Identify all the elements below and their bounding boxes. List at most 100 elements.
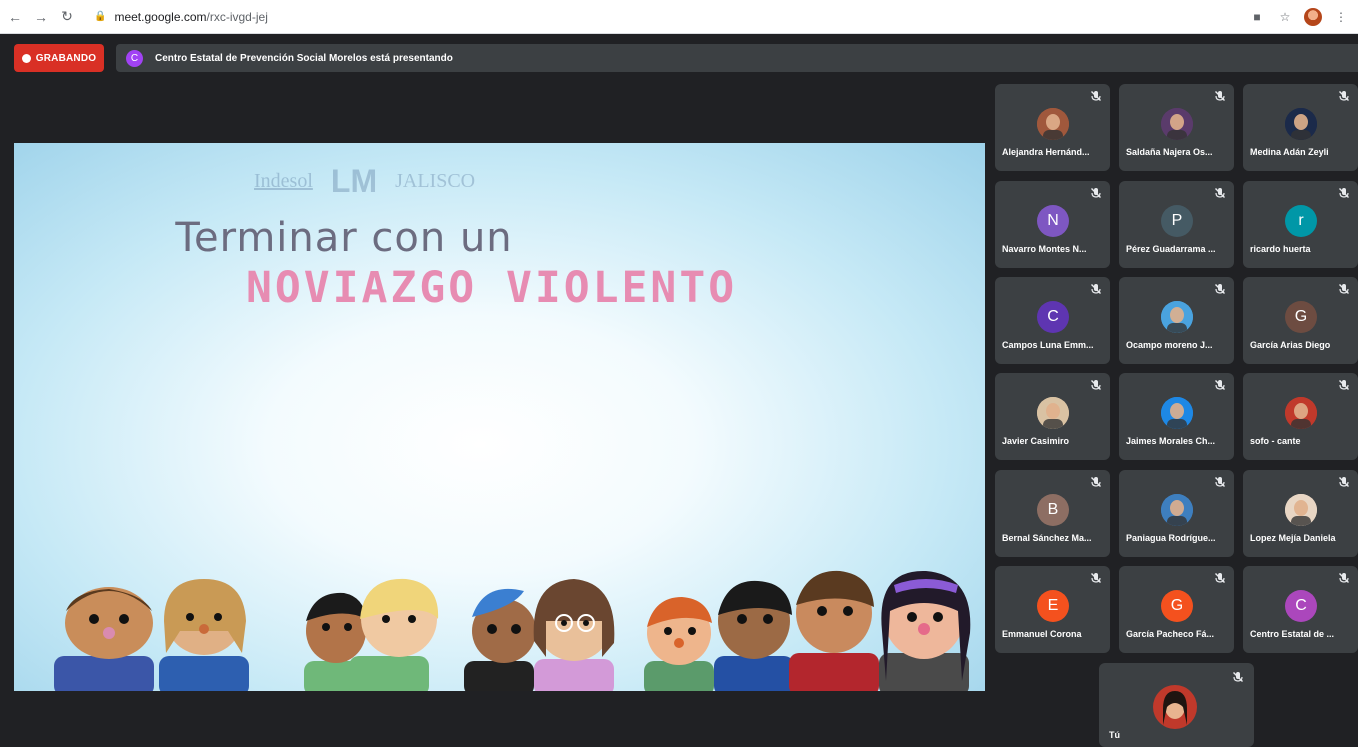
participant-avatar: P [1161,205,1193,237]
presenter-avatar: C [126,49,143,67]
recording-badge: GRABANDO [14,44,104,72]
browser-toolbar: ← → ↻ 🔒 meet.google.com/rxc-ivgd-jej ■ ☆… [0,0,1358,34]
mic-off-icon [1215,477,1225,487]
participant-tile[interactable]: C Centro Estatal de ... [1243,566,1358,653]
participant-tile[interactable]: N Navarro Montes N... [995,181,1110,268]
participant-name: García Arias Diego [1250,340,1331,350]
participant-photo [1161,494,1193,526]
participant-name: Ocampo moreno J... [1126,340,1213,350]
participant-name: Paniagua Rodrígue... [1126,533,1216,543]
participant-name: Javier Casimiro [1002,436,1070,446]
participant-avatar: N [1037,205,1069,237]
participant-avatar: E [1037,590,1069,622]
participant-avatar: G [1161,590,1193,622]
participant-tile[interactable]: P Pérez Guadarrama ... [1119,181,1234,268]
participant-tile[interactable]: Javier Casimiro [995,373,1110,460]
participant-avatar: C [1037,301,1069,333]
mic-off-icon [1339,380,1349,390]
participant-name: García Pacheco Fá... [1126,629,1215,639]
participant-tile[interactable]: Lopez Mejía Daniela [1243,470,1358,557]
reload-icon[interactable]: ↻ [56,6,78,28]
mic-off-icon [1215,380,1225,390]
mic-off-icon [1215,284,1225,294]
participant-photo [1037,397,1069,429]
shared-presentation[interactable]: Indesol LM JALISCO Terminar con un NOVIA… [14,143,985,691]
arrow-left-icon[interactable]: ← [4,6,26,28]
menu-icon[interactable]: ⋮ [1332,10,1350,24]
mic-off-icon [1091,477,1101,487]
cartoon-characters [54,570,971,691]
participant-tile[interactable]: Ocampo moreno J... [1119,277,1234,364]
participant-photo [1161,301,1193,333]
participant-tile[interactable]: r ricardo huerta [1243,181,1358,268]
participant-name: Saldaña Najera Os... [1126,147,1213,157]
participant-tile[interactable]: Alejandra Hernánd... [995,84,1110,171]
participant-name: Pérez Guadarrama ... [1126,244,1216,254]
self-name: Tú [1109,730,1120,740]
participant-avatar: G [1285,301,1317,333]
participant-avatar: C [1285,590,1317,622]
slide-title-line2: NOVIAZGO VIOLENTO [246,263,738,313]
logo-text-1: Indesol [254,169,313,192]
camera-icon[interactable]: ■ [1248,10,1266,24]
participant-photo [1037,108,1069,140]
participant-photo [1285,494,1317,526]
participant-tile[interactable]: E Emmanuel Corona [995,566,1110,653]
profile-icon[interactable] [1304,7,1322,26]
mic-off-icon [1091,380,1101,390]
url-path: /rxc-ivgd-jej [206,9,268,24]
self-tile[interactable]: Tú [1099,663,1254,747]
participant-photo [1285,397,1317,429]
mic-off-icon [1215,188,1225,198]
mic-off-icon [1215,573,1225,583]
participant-name: Jaimes Morales Ch... [1126,436,1216,446]
participant-tile[interactable]: G García Pacheco Fá... [1119,566,1234,653]
participant-tile[interactable]: G García Arias Diego [1243,277,1358,364]
participant-name: Bernal Sánchez Ma... [1002,533,1092,543]
mic-off-icon [1233,672,1243,682]
mic-off-icon [1339,284,1349,294]
mic-off-icon [1339,477,1349,487]
participant-name: Lopez Mejía Daniela [1250,533,1336,543]
record-dot-icon [21,53,31,63]
participant-tile[interactable]: sofo - cante [1243,373,1358,460]
participant-name: Medina Adán Zeyli [1250,147,1329,157]
presenting-text: Centro Estatal de Prevención Social More… [155,52,453,64]
recording-label: GRABANDO [35,52,97,64]
mic-off-icon [1091,573,1101,583]
mic-off-icon [1091,91,1101,101]
logo-text-2: LM [330,162,378,199]
participant-name: Navarro Montes N... [1002,244,1087,254]
url-host: meet.google.com [114,9,207,24]
presenting-bar: C Centro Estatal de Prevención Social Mo… [116,44,1358,72]
logo-text-3: JALISCO [395,169,476,192]
participant-tile[interactable]: Medina Adán Zeyli [1243,84,1358,171]
sponsor-logos: Indesol LM JALISCO [254,161,754,201]
participant-tile[interactable]: Paniagua Rodrígue... [1119,470,1234,557]
self-avatar [1153,685,1197,729]
participant-name: Alejandra Hernánd... [1002,147,1090,157]
participant-name: Campos Luna Emm... [1002,340,1094,350]
participant-name: Centro Estatal de ... [1250,629,1335,639]
participant-avatar: B [1037,494,1069,526]
participant-photo [1161,108,1193,140]
arrow-right-icon[interactable]: → [30,6,52,28]
mic-off-icon [1091,284,1101,294]
lock-icon: 🔒 [94,11,107,22]
participant-name: Emmanuel Corona [1002,629,1082,639]
participant-tile[interactable]: Jaimes Morales Ch... [1119,373,1234,460]
participant-photo [1285,108,1317,140]
mic-off-icon [1339,573,1349,583]
mic-off-icon [1339,91,1349,101]
mic-off-icon [1091,188,1101,198]
mic-off-icon [1339,188,1349,198]
participant-name: sofo - cante [1250,436,1301,446]
slide-title-line1: Terminar con un [175,215,513,261]
participant-avatar: r [1285,205,1317,237]
mic-off-icon [1215,91,1225,101]
participant-tile[interactable]: B Bernal Sánchez Ma... [995,470,1110,557]
address-bar[interactable]: 🔒 meet.google.com/rxc-ivgd-jej [86,5,276,29]
participant-tile[interactable]: C Campos Luna Emm... [995,277,1110,364]
star-icon[interactable]: ☆ [1276,10,1294,24]
participant-tile[interactable]: Saldaña Najera Os... [1119,84,1234,171]
